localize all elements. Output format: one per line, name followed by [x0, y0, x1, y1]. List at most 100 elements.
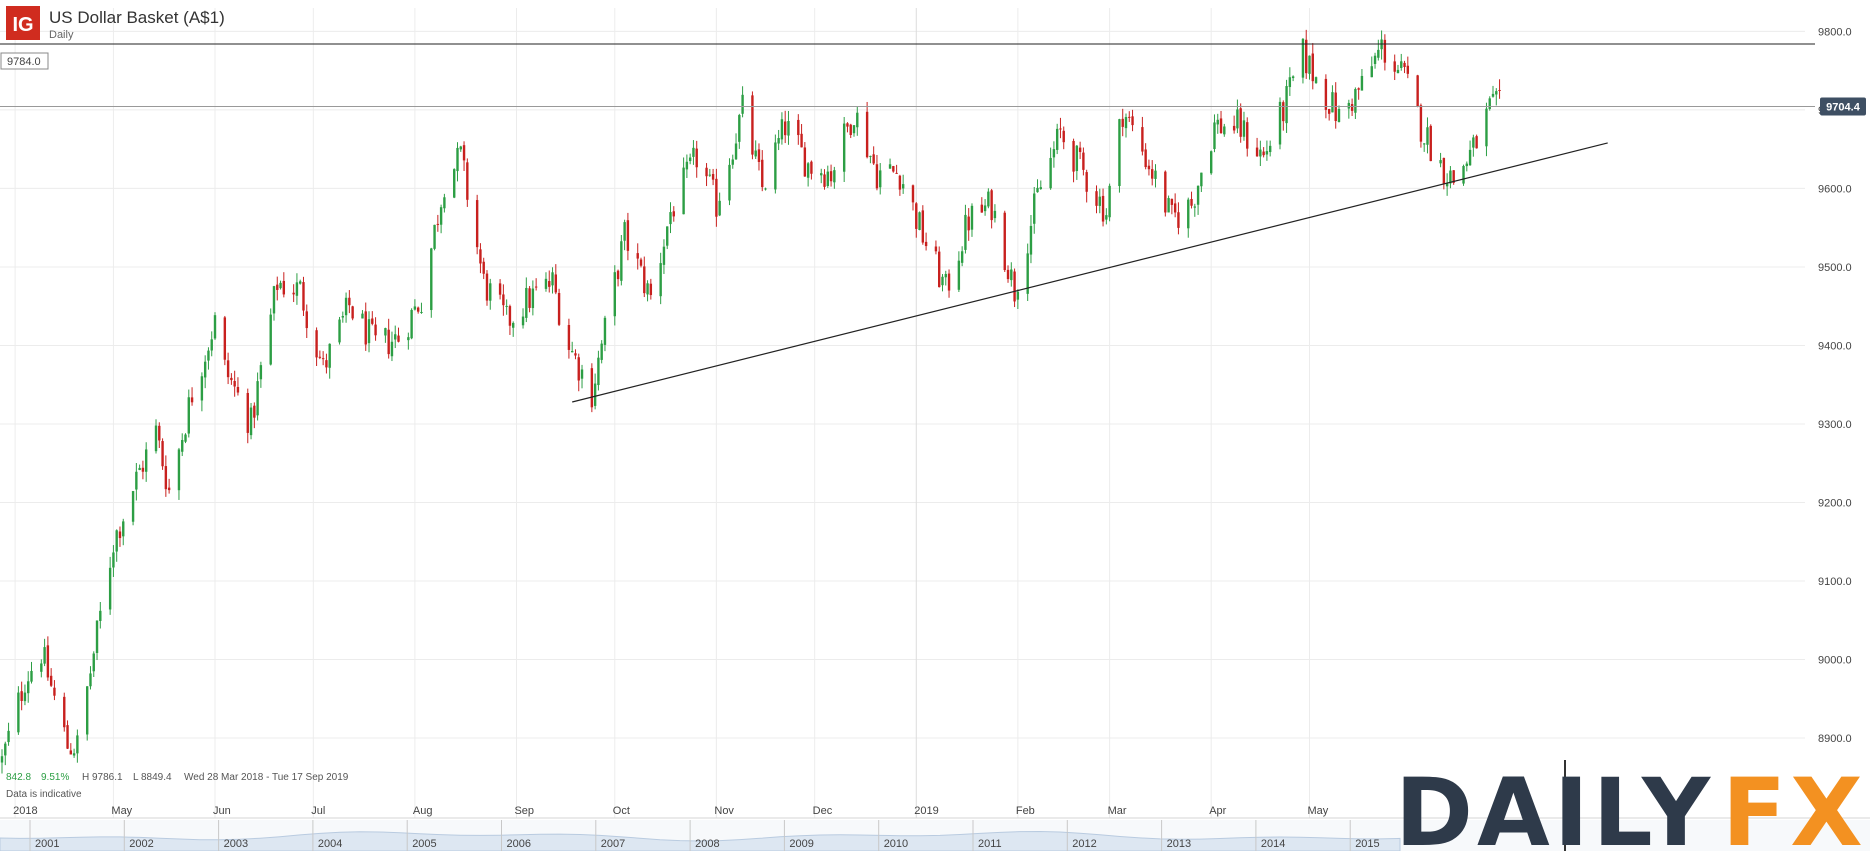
candle [269, 308, 272, 366]
candle [1209, 150, 1213, 175]
stat-range: Wed 28 Mar 2018 - Tue 17 Sep 2019 [184, 772, 349, 783]
candle [1462, 164, 1465, 186]
candle [1452, 170, 1455, 185]
x-tick-label: Nov [714, 805, 734, 817]
candle [223, 315, 227, 366]
y-tick-label: 9400.0 [1818, 340, 1852, 352]
chart-interval: Daily [49, 29, 74, 41]
candle [302, 276, 305, 316]
candle [1314, 76, 1318, 84]
last-price-tag: 9704.4 [1820, 97, 1866, 116]
navigator-year-label: 2004 [318, 838, 342, 850]
x-tick-label: Oct [613, 805, 630, 817]
candle [1013, 268, 1016, 308]
candle [17, 686, 20, 735]
resistance-label[interactable]: 9784.0 [0, 52, 49, 70]
candle [410, 308, 413, 340]
candle [161, 438, 164, 470]
y-tick-label: 9100.0 [1818, 576, 1852, 588]
candle [485, 270, 489, 306]
x-tick-label: 2018 [13, 805, 37, 817]
price-chart[interactable]: 8900.0 9000.0 9100.0 9200.0 9300.0 9400.0 9500… [0, 0, 1870, 851]
candle [430, 247, 433, 318]
x-tick-label: Jul [311, 805, 325, 817]
navigator-year-label: 2006 [507, 838, 531, 850]
candle [590, 363, 594, 413]
candle [728, 158, 731, 206]
chart-background [0, 0, 1870, 851]
candle [918, 211, 921, 231]
candle [1278, 97, 1282, 150]
navigator-year-label: 2012 [1072, 838, 1096, 850]
chart-root[interactable]: 8900.0 9000.0 9100.0 9200.0 9300.0 9400.0 9500… [0, 0, 1870, 851]
x-tick-label: Sep [514, 805, 534, 817]
candle [1429, 124, 1432, 162]
candle [213, 312, 217, 340]
candle [921, 205, 925, 245]
x-tick-label: Apr [1209, 805, 1226, 817]
navigator-year-label: 2015 [1355, 838, 1379, 850]
navigator-year-label: 2011 [978, 838, 1002, 850]
candle [131, 490, 135, 526]
candle [774, 134, 777, 194]
x-tick-label: 2019 [914, 805, 938, 817]
dailyfx-watermark: DAILY FX [1395, 759, 1867, 851]
y-tick-label: 9200.0 [1818, 497, 1852, 509]
candle [1108, 183, 1111, 222]
navigator-year-label: 2010 [884, 838, 908, 850]
navigator-year-label: 2014 [1261, 838, 1285, 850]
navigator-year-label: 2003 [224, 838, 248, 850]
candle [433, 224, 436, 251]
y-tick-label: 9300.0 [1818, 419, 1852, 431]
candle [666, 226, 669, 250]
candle [86, 686, 89, 741]
candle [1164, 170, 1167, 217]
y-tick-label: 9600.0 [1818, 183, 1852, 195]
candle [938, 246, 941, 288]
y-tick-label: 8900.0 [1818, 733, 1852, 745]
candle [466, 158, 469, 207]
candle [249, 402, 253, 440]
candle [475, 194, 479, 255]
navigator-year-label: 2013 [1167, 838, 1191, 850]
x-tick-label: May [111, 805, 132, 817]
candle [1416, 74, 1419, 108]
navigator-year-label: 2002 [129, 838, 153, 850]
candle [453, 168, 456, 199]
candle [351, 305, 354, 321]
candle [1419, 103, 1423, 148]
navigator-year-label: 2001 [35, 838, 59, 850]
candle [1475, 134, 1478, 149]
stat-change: 842.8 [6, 772, 31, 783]
y-tick-label: 9000.0 [1818, 655, 1852, 667]
candle [1118, 118, 1121, 193]
candle [751, 91, 754, 160]
y-tick-label: 9800.0 [1818, 26, 1852, 38]
data-indicative-note: Data is indicative [6, 789, 82, 800]
candle [557, 288, 561, 327]
candle [1003, 210, 1006, 272]
candle [620, 234, 623, 286]
stat-low: L 8849.4 [133, 772, 172, 783]
candle [184, 433, 187, 444]
x-tick-label: Feb [1016, 805, 1035, 817]
y-tick-label: 9500.0 [1818, 262, 1852, 274]
stat-high: H 9786.1 [82, 772, 123, 783]
candle [63, 692, 66, 732]
candle [338, 316, 341, 345]
x-tick-label: May [1308, 805, 1329, 817]
navigator-year-label: 2008 [695, 838, 719, 850]
x-tick-label: Mar [1108, 805, 1127, 817]
candle [1488, 96, 1491, 111]
x-tick-label: Jun [213, 805, 231, 817]
x-tick-label: Dec [813, 805, 833, 817]
watermark-fx: FX [1722, 759, 1867, 851]
candle [1167, 195, 1170, 213]
navigator-year-label: 2009 [789, 838, 813, 850]
candle [1301, 38, 1305, 84]
stat-change-pct: 9.51% [41, 772, 69, 783]
chart-title: US Dollar Basket (A$1) [49, 8, 225, 27]
x-tick-label: Aug [413, 805, 433, 817]
watermark-daily: DAILY [1395, 759, 1714, 851]
navigator-year-label: 2005 [412, 838, 436, 850]
